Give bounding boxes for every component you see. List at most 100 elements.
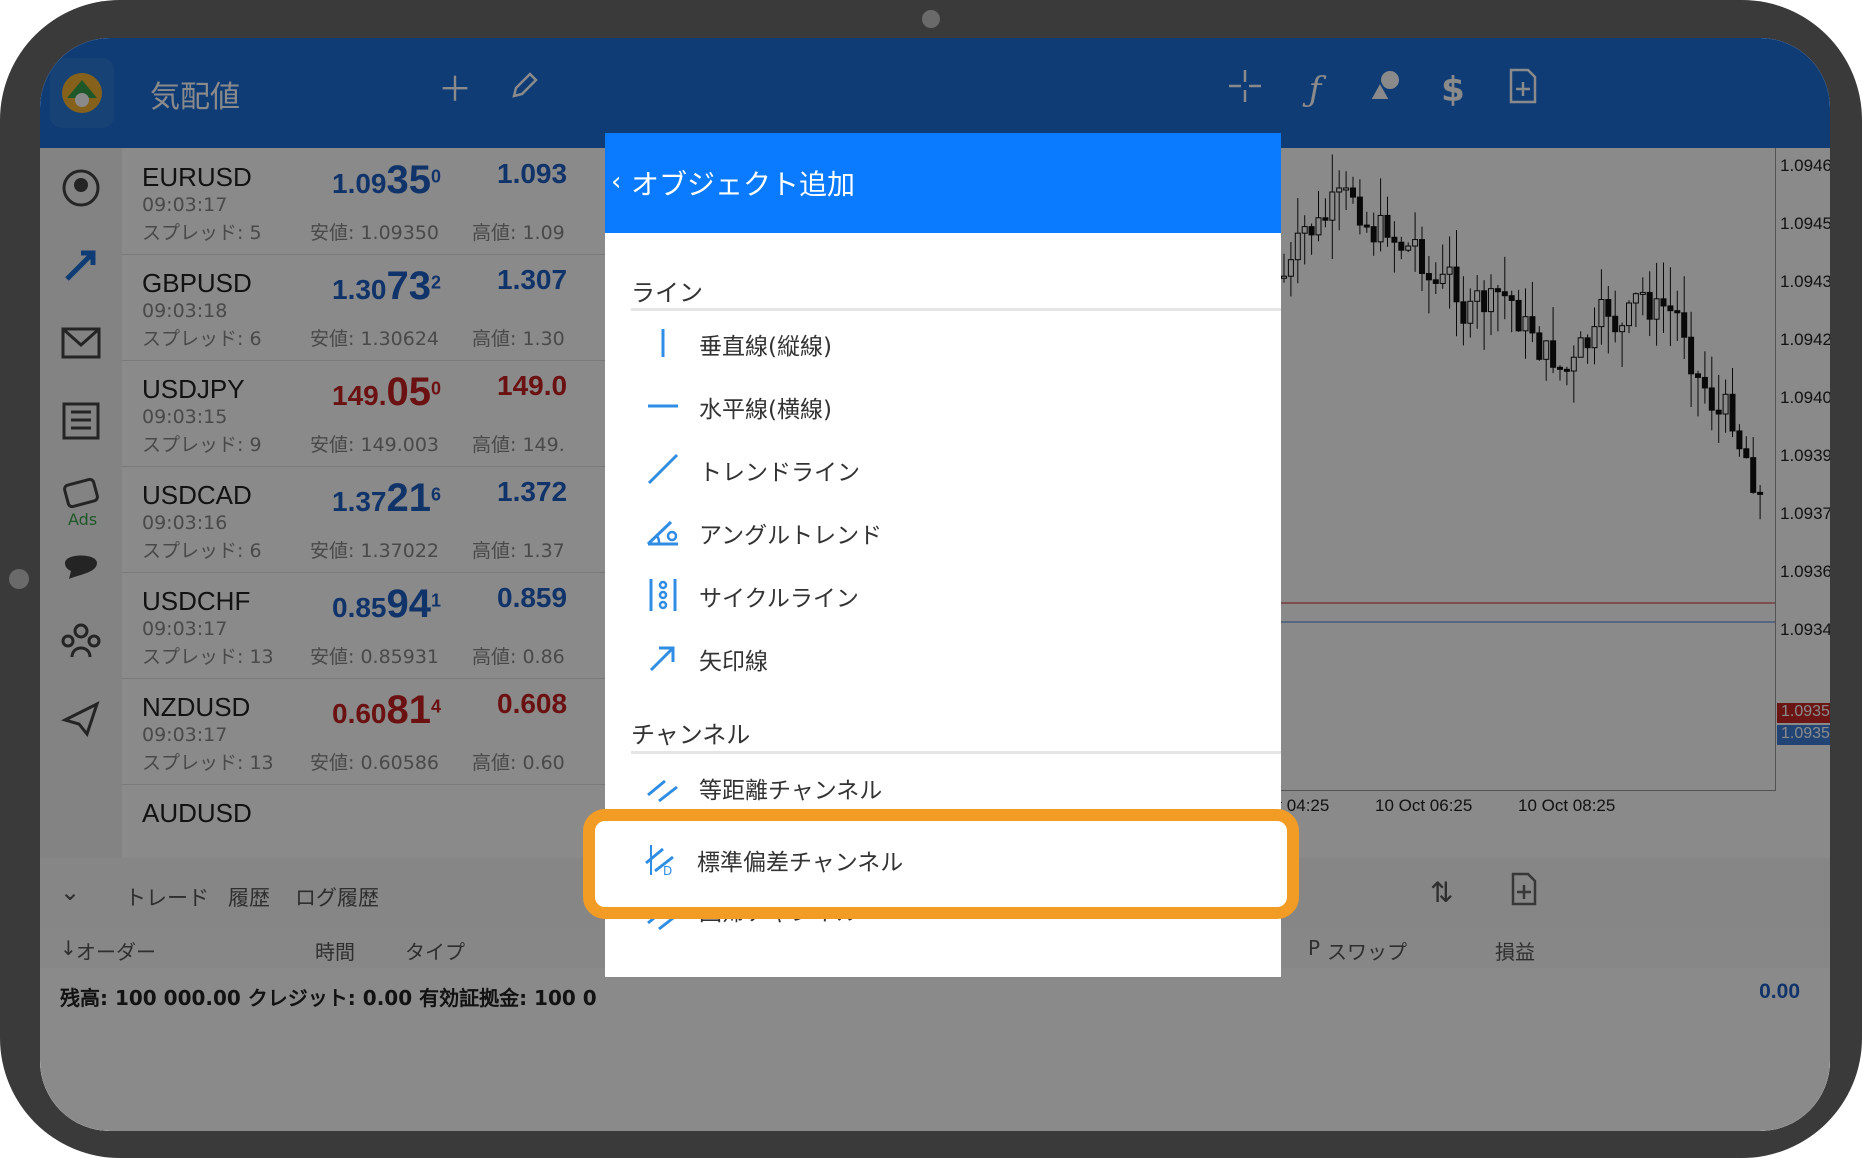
add-order-icon[interactable] [1510,872,1538,910]
item-horizontal-line[interactable]: 水平線(横線) [631,374,1281,434]
plus-icon[interactable]: ＋ [430,68,480,112]
candle-body [1432,279,1439,284]
item-angle-trend[interactable]: アングルトレンド [631,500,1281,560]
vertical-line-icon [661,329,665,357]
candle-body [1301,226,1308,234]
item-trendline[interactable]: トレンドライン [631,437,1281,497]
ask-price: 149.0 [497,370,568,401]
mail-icon[interactable] [56,318,106,368]
highlighted-stddev-channel[interactable]: D 標準偏差チャンネル [583,809,1299,919]
quote-symbol: EURUSD [142,162,252,192]
bid-pip: 2 [431,272,442,293]
col-type[interactable]: タイプ [405,936,465,965]
quote-row[interactable]: USDCAD 09:03:16 スプレッド: 6 1.37216 1.372 安値: 1.… [122,466,642,573]
candle-body [1750,457,1757,493]
sort-arrow-icon[interactable]: ↓ [60,936,77,960]
new-document-icon[interactable] [1498,68,1548,115]
low-price: 安値: 149.003 [310,434,440,456]
candlestick-series [1280,154,1775,623]
tab-history[interactable]: 履歴 [228,882,270,912]
highlighted-item-label: 標準偏差チャンネル [697,850,904,876]
quote-spread: スプレッド: 6 [142,328,262,350]
candle-body [1391,236,1398,243]
chart-plot-area[interactable] [1280,148,1776,791]
quote-row[interactable]: USDJPY 09:03:15 スプレッド: 9 149.050 149.0 安値: 14… [122,360,642,467]
trade-arrows-icon[interactable] [56,240,106,290]
candle-body [1550,340,1557,368]
bid-prefix: 149. [332,380,387,411]
candle-body [1646,291,1653,320]
bid-pip: 0 [431,378,442,399]
bid-big-digits: 35 [386,158,432,202]
chat-icon[interactable] [56,540,106,590]
tab-log-history[interactable]: ログ履歴 [295,882,379,912]
candle-body [1419,239,1425,274]
trendline-icon [647,453,679,485]
low-price: 安値: 1.37022 [310,540,440,562]
bid-price: 0.60814 [332,688,441,733]
y-axis-label: 1.09450 [1780,214,1830,233]
candle-body [1632,293,1639,304]
quote-symbol: USDCAD [142,480,252,510]
dollar-refresh-icon[interactable]: $ [1428,68,1478,112]
chevron-down-icon[interactable]: ⌄ [60,878,80,906]
y-axis-label: 1.09420 [1780,330,1830,349]
section-title-channels: チャンネル [631,721,751,749]
community-icon[interactable] [56,616,106,666]
quote-time: 09:03:17 [142,618,228,640]
back-chevron-icon[interactable]: ‹ [611,167,621,197]
high-price: 高値: 1.09 [472,222,565,244]
quote-time: 09:03:15 [142,406,228,428]
quote-row[interactable]: GBPUSD 09:03:18 スプレッド: 6 1.30732 1.307 安値: 1.… [122,254,642,361]
tab-trade[interactable]: トレード [125,882,209,912]
item-vertical-line[interactable]: 垂直線(縦線) [631,311,1281,371]
item-arrow-line[interactable]: 矢印線 [631,626,1281,686]
candle-body [1488,288,1494,313]
crosshair-icon[interactable] [1220,68,1270,115]
y-axis-label: 1.09465 [1780,156,1830,175]
quote-time: 09:03:16 [142,512,228,534]
candle-body [1674,310,1681,314]
ask-price: 0.859 [497,582,568,613]
quote-row[interactable]: AUDUSD [122,784,642,858]
candle-body [1322,217,1329,221]
bid-price: 1.37216 [332,476,441,521]
ask-price: 1.372 [497,476,568,507]
item-equidistant-channel[interactable]: 等距離チャンネル [631,755,1281,805]
quote-row[interactable]: NZDUSD 09:03:17 スプレッド: 13 0.60814 0.608 安値: 0… [122,678,642,785]
bid-pip: 1 [431,590,442,611]
price-chart[interactable]: 1.09465 1.09450 1.09435 1.09420 1.09405 1.093… [1232,148,1830,858]
news-icon[interactable] [56,396,106,446]
quote-spread: スプレッド: 6 [142,540,262,562]
col-swap[interactable]: スワップ [1327,936,1407,965]
col-order[interactable]: オーダー [76,936,156,965]
pencil-icon[interactable] [500,68,550,113]
arrow-line-icon [649,646,675,672]
item-cycle-lines[interactable]: サイクルライン [631,563,1281,623]
col-profit[interactable]: 損益 [1495,936,1535,965]
col-time[interactable]: 時間 [315,936,355,965]
bid-pip: 6 [431,484,442,505]
bid-pip: 4 [431,696,442,717]
candle-body [1557,366,1563,370]
item-label: 矢印線 [699,649,768,675]
quotes-icon[interactable] [56,163,106,213]
candle-body [1377,214,1384,243]
sort-icon[interactable]: ⇅ [1430,876,1453,909]
bid-big-digits: 73 [386,264,432,308]
function-icon[interactable]: ƒ [1290,68,1340,112]
send-icon[interactable] [56,693,106,743]
dialog-title: オブジェクト追加 [631,168,856,201]
bid-price: 149.050 [332,370,441,415]
quote-time: 09:03:17 [142,194,228,216]
candle-body [1474,290,1481,302]
candle-body [1536,332,1543,360]
quote-row[interactable]: USDCHF 09:03:17 スプレッド: 13 0.85941 0.859 安値: 0… [122,572,642,679]
app-header: 気配値 ＋ ƒ $ [40,38,1830,148]
candle-body [1605,299,1612,317]
col-p[interactable]: P [1308,936,1320,960]
shapes-icon[interactable] [1360,68,1410,115]
app-logo-icon[interactable] [50,58,114,128]
quote-row[interactable]: EURUSD 09:03:17 スプレッド: 5 1.09350 1.093 安値: 1.… [122,148,642,255]
quote-time: 09:03:17 [142,724,228,746]
